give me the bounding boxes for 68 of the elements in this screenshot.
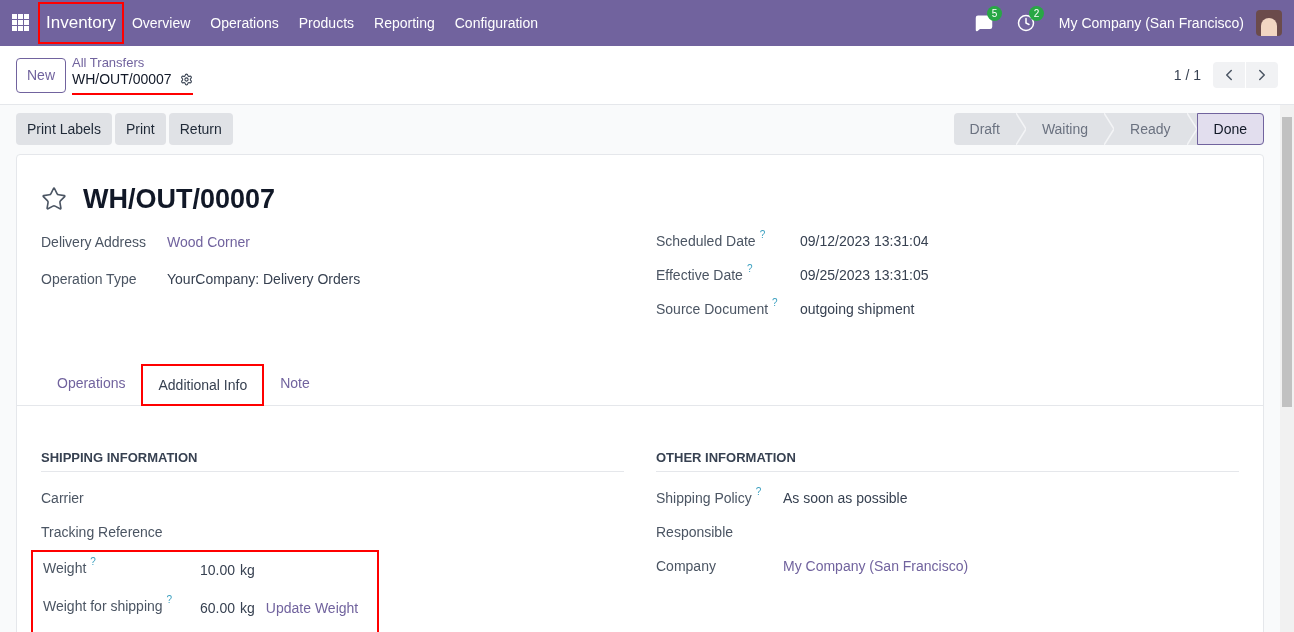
field-value: YourCompany: Delivery Orders (167, 269, 361, 289)
action-button[interactable]: Print Labels (16, 113, 112, 145)
help-mark[interactable]: ? (90, 557, 96, 567)
chevron-separator-icon (1186, 113, 1197, 145)
app-title[interactable]: Inventory (40, 4, 122, 42)
field-label: Weight (43, 559, 87, 578)
menu-item[interactable]: Configuration (444, 12, 548, 34)
star-icon[interactable] (41, 186, 67, 213)
status-stage[interactable]: Done (1196, 113, 1264, 145)
field-label: Effective Date (656, 265, 743, 285)
settings-icon[interactable] (179, 72, 193, 86)
menu-item[interactable]: Overview (121, 12, 201, 34)
help-mark[interactable]: ? (166, 595, 173, 605)
field-label: Shipping Policy (656, 489, 752, 508)
breadcrumb-current: WH/OUT/00007 (72, 71, 172, 87)
field-label: Carrier (41, 489, 84, 508)
update-weight-button[interactable]: Update Weight (265, 598, 359, 619)
help-mark[interactable]: ? (746, 263, 753, 274)
status-stage[interactable]: Waiting (1025, 113, 1105, 145)
app-grid-icon[interactable] (12, 14, 30, 32)
menu-item[interactable]: Products (288, 12, 365, 34)
section-heading: OTHER INFORMATION (656, 447, 1239, 472)
field-label: Weight for shipping (43, 597, 163, 616)
field-label: Responsible (656, 523, 734, 542)
previous-button[interactable] (1213, 62, 1245, 88)
field-value: outgoing shipment (800, 299, 915, 319)
breadcrumb-link[interactable]: All Transfers (72, 55, 193, 71)
menu-item[interactable]: Reporting (364, 12, 445, 34)
user-avatar[interactable] (1256, 10, 1282, 36)
help-mark[interactable]: ? (755, 487, 762, 497)
field-label: Company (656, 557, 716, 576)
chevron-separator-icon (1015, 113, 1026, 145)
tab[interactable]: Operations (41, 362, 142, 405)
record-title: WH/OUT/00007 (83, 183, 276, 216)
next-button[interactable] (1246, 62, 1278, 88)
new-button[interactable]: New (16, 57, 66, 93)
action-button[interactable]: Print (114, 113, 166, 145)
field-value: 10.00 (200, 561, 236, 580)
company-switcher[interactable]: My Company (San Francisco) (1058, 12, 1244, 34)
field-value: As soon as possible (783, 489, 908, 508)
tab[interactable]: Note (264, 362, 326, 405)
unit-label: kg (240, 599, 255, 618)
scrollbar[interactable] (1280, 105, 1294, 632)
status-stage[interactable]: Draft (953, 113, 1016, 145)
action-button[interactable]: Return (168, 113, 233, 145)
chat-icon[interactable] (974, 14, 993, 32)
chevron-separator-icon (1104, 113, 1115, 145)
tab[interactable]: Additional Info (141, 363, 265, 406)
help-mark[interactable]: ? (772, 297, 778, 308)
clock-icon[interactable] (1016, 14, 1035, 32)
field-label: Tracking Reference (41, 523, 163, 542)
count-badge: 2 (1028, 6, 1045, 21)
field-value: 60.00 (200, 599, 236, 618)
unit-label: kg (240, 561, 255, 580)
field-label: Operation Type (41, 269, 137, 289)
field-label: Delivery Address (41, 232, 147, 252)
field-value: 09/25/2023 13:31:05 (800, 265, 929, 285)
field-label: Scheduled Date (656, 231, 756, 251)
section-heading: SHIPPING INFORMATION (41, 447, 624, 472)
status-stage[interactable]: Ready (1114, 113, 1187, 145)
field-label: Source Document (656, 299, 769, 319)
help-mark[interactable]: ? (759, 229, 766, 240)
field-value: 09/12/2023 13:31:04 (800, 231, 929, 251)
field-link[interactable]: Wood Corner (167, 231, 250, 253)
menu-item[interactable]: Operations (200, 12, 289, 34)
count-badge: 5 (986, 6, 1003, 21)
pager-value: 1 / 1 (1173, 65, 1201, 85)
field-link[interactable]: My Company (San Francisco) (783, 556, 969, 577)
